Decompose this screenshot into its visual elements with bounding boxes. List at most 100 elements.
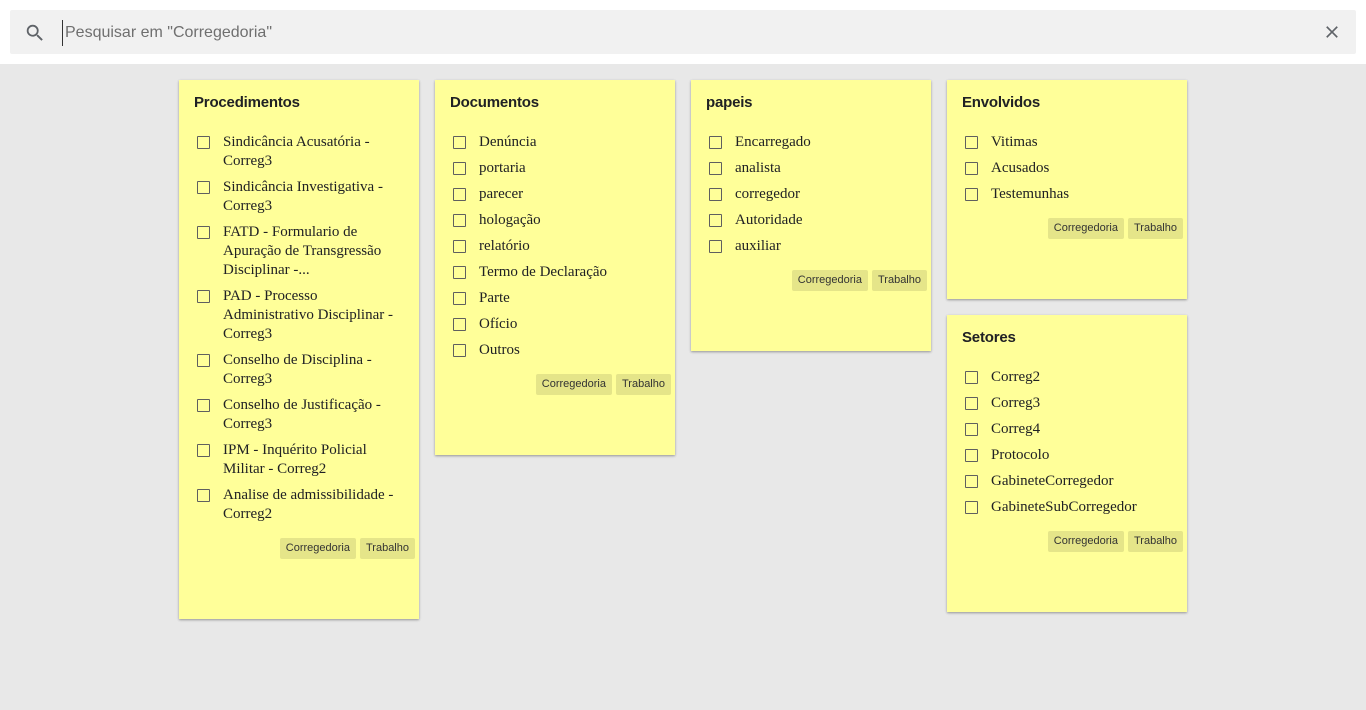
list-item: GabineteSubCorregedor bbox=[947, 498, 1187, 517]
list-item: portaria bbox=[435, 159, 675, 178]
checkbox[interactable] bbox=[453, 188, 466, 201]
checkbox[interactable] bbox=[197, 181, 210, 194]
list-item-text[interactable]: Autoridade bbox=[735, 212, 802, 228]
checkbox[interactable] bbox=[709, 136, 722, 149]
checkbox[interactable] bbox=[965, 449, 978, 462]
list-item-text[interactable]: parecer bbox=[479, 186, 523, 202]
list-item-text[interactable]: Outros bbox=[479, 342, 520, 358]
list-item: FATD - Formulario de Apuração de Transgr… bbox=[179, 223, 419, 280]
checkbox[interactable] bbox=[197, 399, 210, 412]
checkbox[interactable] bbox=[709, 240, 722, 253]
label-chip[interactable]: Corregedoria bbox=[791, 270, 868, 291]
list-item-text[interactable]: Correg2 bbox=[991, 369, 1040, 385]
search-icon bbox=[26, 24, 43, 41]
checkbox[interactable] bbox=[709, 188, 722, 201]
label-chip[interactable]: Trabalho bbox=[1127, 218, 1183, 239]
checkbox[interactable] bbox=[965, 188, 978, 201]
label-chip[interactable]: Trabalho bbox=[1127, 531, 1183, 552]
list-item-text[interactable]: Conselho de Disciplina - Correg3 bbox=[223, 352, 372, 387]
note-card-envolvidos[interactable]: Envolvidos Vitimas Acusados Testemunhas … bbox=[947, 80, 1187, 299]
list-item: auxiliar bbox=[691, 237, 931, 256]
list-item: PAD - Processo Administrativo Disciplina… bbox=[179, 287, 419, 344]
list-item-text[interactable]: Analise de admissibilidade - Correg2 bbox=[223, 487, 393, 522]
list-item: Correg2 bbox=[947, 368, 1187, 387]
label-chip[interactable]: Corregedoria bbox=[279, 538, 356, 559]
list-item-text[interactable]: Ofício bbox=[479, 316, 517, 332]
label-chip[interactable]: Corregedoria bbox=[535, 374, 612, 395]
checkbox[interactable] bbox=[709, 214, 722, 227]
list-item: Conselho de Disciplina - Correg3 bbox=[179, 351, 419, 389]
list-item: Correg3 bbox=[947, 394, 1187, 413]
list-item: corregedor bbox=[691, 185, 931, 204]
note-checklist: Vitimas Acusados Testemunhas Corregedori… bbox=[947, 133, 1187, 239]
checkbox[interactable] bbox=[965, 162, 978, 175]
list-item-text[interactable]: GabineteCorregedor bbox=[991, 473, 1113, 489]
checkbox[interactable] bbox=[453, 266, 466, 279]
checkbox[interactable] bbox=[453, 136, 466, 149]
list-item-text[interactable]: Vitimas bbox=[991, 134, 1038, 150]
list-item-text[interactable]: Encarregado bbox=[735, 134, 811, 150]
checkbox[interactable] bbox=[453, 344, 466, 357]
checkbox[interactable] bbox=[965, 136, 978, 149]
list-item-text[interactable]: Denúncia bbox=[479, 134, 536, 150]
list-item-text[interactable]: Correg4 bbox=[991, 421, 1040, 437]
list-item-text[interactable]: analista bbox=[735, 160, 781, 176]
list-item-text[interactable]: Sindicância Acusatória - Correg3 bbox=[223, 134, 370, 169]
checkbox[interactable] bbox=[709, 162, 722, 175]
checkbox[interactable] bbox=[965, 397, 978, 410]
list-item-text[interactable]: GabineteSubCorregedor bbox=[991, 499, 1137, 515]
note-card-setores[interactable]: Setores Correg2 Correg3 Correg4 Protocol… bbox=[947, 315, 1187, 612]
list-item-text[interactable]: Sindicância Investigativa - Correg3 bbox=[223, 179, 383, 214]
note-checklist: Encarregado analista corregedor Autorida… bbox=[691, 133, 931, 291]
list-item-text[interactable]: Testemunhas bbox=[991, 186, 1069, 202]
list-item: Denúncia bbox=[435, 133, 675, 152]
checkbox[interactable] bbox=[453, 318, 466, 331]
checkbox[interactable] bbox=[453, 162, 466, 175]
search-input[interactable] bbox=[62, 20, 1307, 46]
checkbox[interactable] bbox=[453, 292, 466, 305]
checkbox[interactable] bbox=[197, 226, 210, 239]
list-item-text[interactable]: PAD - Processo Administrativo Disciplina… bbox=[223, 288, 393, 342]
label-chip[interactable]: Corregedoria bbox=[1047, 531, 1124, 552]
list-item-text[interactable]: portaria bbox=[479, 160, 526, 176]
label-chip[interactable]: Trabalho bbox=[359, 538, 415, 559]
label-chip[interactable]: Corregedoria bbox=[1047, 218, 1124, 239]
list-item-text[interactable]: auxiliar bbox=[735, 238, 781, 254]
list-item-text[interactable]: corregedor bbox=[735, 186, 800, 202]
list-item: Encarregado bbox=[691, 133, 931, 152]
checkbox[interactable] bbox=[197, 354, 210, 367]
checkbox[interactable] bbox=[965, 501, 978, 514]
note-checklist: Correg2 Correg3 Correg4 Protocolo Gabine… bbox=[947, 368, 1187, 552]
note-card-papeis[interactable]: papeis Encarregado analista corregedor A… bbox=[691, 80, 931, 351]
list-item-text[interactable]: Conselho de Justificação - Correg3 bbox=[223, 397, 381, 432]
checkbox[interactable] bbox=[197, 290, 210, 303]
list-item-text[interactable]: Termo de Declaração bbox=[479, 264, 607, 280]
close-icon[interactable] bbox=[1322, 22, 1342, 42]
checkbox[interactable] bbox=[197, 136, 210, 149]
list-item-text[interactable]: Acusados bbox=[991, 160, 1049, 176]
list-item: Ofício bbox=[435, 315, 675, 334]
checkbox[interactable] bbox=[965, 475, 978, 488]
note-card-documentos[interactable]: Documentos Denúncia portaria parecer hol… bbox=[435, 80, 675, 455]
checkbox[interactable] bbox=[453, 240, 466, 253]
list-item-text[interactable]: FATD - Formulario de Apuração de Transgr… bbox=[223, 224, 381, 278]
label-chip[interactable]: Trabalho bbox=[871, 270, 927, 291]
label-chip[interactable]: Trabalho bbox=[615, 374, 671, 395]
checkbox[interactable] bbox=[197, 444, 210, 457]
list-item-text[interactable]: hologação bbox=[479, 212, 541, 228]
list-item: Termo de Declaração bbox=[435, 263, 675, 282]
list-item-text[interactable]: IPM - Inquérito Policial Militar - Corre… bbox=[223, 442, 367, 477]
list-item-text[interactable]: Parte bbox=[479, 290, 510, 306]
list-item-text[interactable]: Correg3 bbox=[991, 395, 1040, 411]
list-item-text[interactable]: relatório bbox=[479, 238, 530, 254]
list-item: relatório bbox=[435, 237, 675, 256]
list-item: Autoridade bbox=[691, 211, 931, 230]
checkbox[interactable] bbox=[453, 214, 466, 227]
checkbox[interactable] bbox=[965, 371, 978, 384]
list-item: Testemunhas bbox=[947, 185, 1187, 204]
checkbox[interactable] bbox=[965, 423, 978, 436]
checkbox[interactable] bbox=[197, 489, 210, 502]
note-card-procedimentos[interactable]: Procedimentos Sindicância Acusatória - C… bbox=[179, 80, 419, 619]
list-item-text[interactable]: Protocolo bbox=[991, 447, 1049, 463]
list-item: IPM - Inquérito Policial Militar - Corre… bbox=[179, 441, 419, 479]
